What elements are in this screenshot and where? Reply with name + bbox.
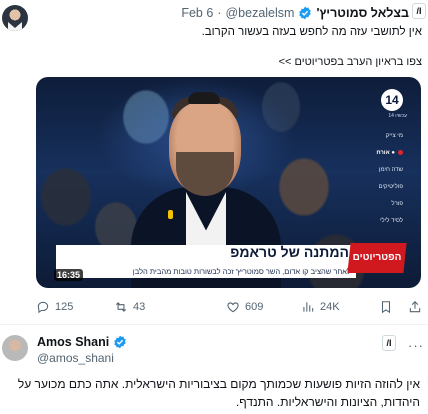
- heart-icon: [227, 302, 239, 313]
- bookmark-icon: [381, 301, 391, 314]
- grok-icon[interactable]: /I: [412, 3, 426, 19]
- reply-text-line: אין להוזה הזיות פושעות שכמותך מקום בציבו…: [17, 377, 420, 391]
- tweet-text-line: אין לתושבי עזה מה לחפש בעזה בעשור הקרוב.: [201, 26, 422, 38]
- menu-item: פורל: [391, 201, 403, 207]
- channel-logo: 14: [381, 89, 403, 111]
- author-handle[interactable]: @bezalelsm: [225, 6, 294, 20]
- separator-dot: ·: [217, 6, 222, 20]
- reply-author-avatar[interactable]: [2, 335, 28, 361]
- broadcast-menu: מי צייק ● אורח שדה חימן פוליטיקים פורל ל…: [337, 128, 407, 230]
- menu-item: פוליטיקים: [378, 184, 403, 190]
- tweet-header: בצלאל סמוטריץ' @bezalelsm · Feb 6: [181, 5, 409, 21]
- tweet-divider: [0, 324, 428, 325]
- like-count: 609: [245, 301, 264, 313]
- verified-badge-icon: [114, 335, 127, 349]
- tweet-text-link-line: צפו בראיון הערב בפטריוטים >>: [278, 56, 422, 68]
- more-options-icon[interactable]: ···: [408, 338, 424, 353]
- video-duration: 16:35: [54, 269, 84, 281]
- yellow-ribbon-pin: [168, 210, 173, 219]
- channel-caption: עכשיו 14: [388, 113, 407, 119]
- repost-button[interactable]: 43: [114, 300, 145, 314]
- like-button[interactable]: 609: [226, 300, 263, 314]
- verified-badge-icon: [299, 6, 312, 20]
- reply-button[interactable]: 125: [36, 300, 73, 314]
- view-count: 24K: [320, 301, 340, 313]
- tweet-actions: 125 43 609 24K: [36, 300, 421, 316]
- menu-item-active: ● אורח: [337, 145, 407, 162]
- reply-icon: [37, 301, 49, 314]
- repost-count: 43: [133, 301, 146, 313]
- reply-header: Amos Shani @amos_shani: [37, 335, 127, 365]
- video-player[interactable]: 14 עכשיו 14 מי צייק ● אורח שדה חימן פולי…: [36, 77, 421, 288]
- reply-author-handle[interactable]: @amos_shani: [37, 351, 127, 365]
- menu-item: מי צייק: [385, 133, 403, 139]
- bookmark-button[interactable]: [379, 300, 393, 314]
- tweet-main: בצלאל סמוטריץ' @bezalelsm · Feb 6 /I אין…: [0, 0, 428, 318]
- banner-headline: המתנה של טראמפ: [230, 244, 349, 260]
- repost-icon: [115, 302, 127, 312]
- views-button[interactable]: 24K: [301, 300, 340, 314]
- share-button[interactable]: [408, 300, 422, 314]
- reply-count: 125: [55, 301, 74, 313]
- reply-author-name[interactable]: Amos Shani: [37, 335, 109, 349]
- lower-third-banner: המתנה של טראמפ לאחר שהציב קו אדום, השר ס…: [56, 243, 421, 278]
- menu-item: שדה חימן: [378, 167, 403, 173]
- share-icon: [409, 301, 421, 313]
- show-tag: הפטריוטים: [347, 243, 407, 273]
- show-tag-label: הפטריוטים: [352, 252, 402, 263]
- reply-text-line: היהדות, הציונות והישראליות. התנדף.: [235, 395, 420, 409]
- grok-icon[interactable]: /I: [382, 335, 396, 351]
- menu-item: לסיד לילי: [379, 218, 403, 224]
- views-icon: [303, 302, 314, 312]
- tweet-timestamp[interactable]: Feb 6: [181, 6, 213, 20]
- banner-subline: לאחר שהציב קו אדום, השר סמוטריץ' זכה לבש…: [132, 267, 351, 276]
- author-name[interactable]: בצלאל סמוטריץ': [316, 6, 409, 20]
